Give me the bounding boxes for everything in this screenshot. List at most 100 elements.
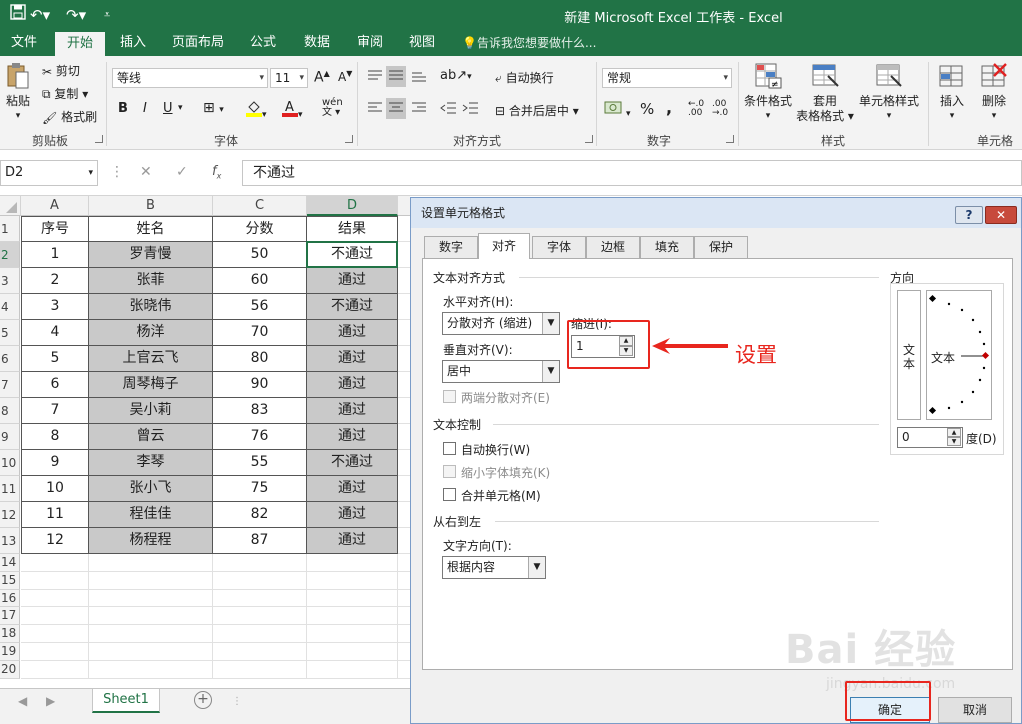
cell-name[interactable]: 上官云飞 <box>89 346 213 372</box>
empty-cell[interactable] <box>213 589 307 608</box>
empty-cell[interactable] <box>398 424 410 450</box>
empty-cell[interactable] <box>21 660 89 679</box>
empty-cell[interactable] <box>398 528 410 554</box>
scroll-left-icon[interactable]: ◀ <box>18 694 27 708</box>
empty-cell[interactable] <box>21 643 89 661</box>
align-left-icon[interactable] <box>366 100 384 119</box>
cell-result[interactable]: 通过 <box>307 346 398 372</box>
cell-name[interactable]: 罗青慢 <box>89 242 213 268</box>
phonetic-icon[interactable]: wén 文 ▾ <box>322 98 343 118</box>
number-format-combo[interactable]: 常规 ▾ <box>602 68 732 88</box>
empty-cell[interactable] <box>89 571 213 590</box>
cell-result[interactable]: 通过 <box>307 424 398 450</box>
horizontal-align-select[interactable]: 分散对齐 (缩进) ▼ <box>442 312 560 335</box>
empty-cell[interactable] <box>21 554 89 572</box>
underline-button[interactable]: U <box>163 101 173 116</box>
font-color-icon[interactable]: A ▾ <box>282 99 303 120</box>
add-sheet-icon[interactable]: + <box>194 691 212 709</box>
empty-cell[interactable] <box>213 607 307 626</box>
tab-insert[interactable]: 插入 <box>110 30 156 56</box>
cell-seq[interactable]: 3 <box>21 294 89 320</box>
orientation-dial[interactable]: 文本 <box>926 290 992 420</box>
row-header-1[interactable]: 1 <box>0 216 20 242</box>
row-header-14[interactable]: 14 <box>0 554 20 572</box>
text-direction-select[interactable]: 根据内容 ▼ <box>442 556 546 579</box>
row-header-7[interactable]: 7 <box>0 372 20 398</box>
column-header-a[interactable]: A <box>21 196 89 216</box>
border-icon[interactable]: ⊞ ▾ <box>203 100 224 116</box>
empty-cell[interactable] <box>213 625 307 643</box>
empty-cell[interactable] <box>398 476 410 502</box>
row-header-20[interactable]: 20 <box>0 660 20 679</box>
cell-result[interactable]: 不通过 <box>307 242 398 268</box>
empty-cell[interactable] <box>398 372 410 398</box>
cell-name[interactable]: 张小飞 <box>89 476 213 502</box>
font-size-combo[interactable]: 11 ▾ <box>270 68 308 88</box>
font-launcher-icon[interactable] <box>345 135 353 143</box>
tell-me-box[interactable]: 💡告诉我您想要做什么... <box>462 30 596 56</box>
comma-button[interactable]: , <box>666 98 672 117</box>
align-right-icon[interactable] <box>410 100 428 119</box>
cell-score[interactable]: 60 <box>213 268 307 294</box>
bold-button[interactable]: B <box>118 101 128 116</box>
empty-cell[interactable] <box>398 502 410 528</box>
help-button[interactable]: ? <box>955 206 983 224</box>
increase-indent-icon[interactable] <box>462 100 480 119</box>
empty-cell[interactable] <box>307 571 398 590</box>
empty-cell[interactable] <box>21 589 89 608</box>
row-header-16[interactable]: 16 <box>0 589 20 608</box>
number-launcher-icon[interactable] <box>726 135 734 143</box>
row-header-2[interactable]: 2 <box>0 242 20 268</box>
empty-cell[interactable] <box>21 571 89 590</box>
empty-cell[interactable] <box>307 625 398 643</box>
empty-cell[interactable] <box>89 625 213 643</box>
empty-cell[interactable] <box>21 607 89 626</box>
cell-seq[interactable]: 9 <box>21 450 89 476</box>
italic-button[interactable]: I <box>143 101 147 116</box>
align-middle-icon[interactable] <box>386 66 406 87</box>
cell-score[interactable]: 87 <box>213 528 307 554</box>
row-header-8[interactable]: 8 <box>0 398 20 424</box>
tab-protection[interactable]: 保护 <box>694 236 748 258</box>
cell-name[interactable]: 周琴梅子 <box>89 372 213 398</box>
tab-border[interactable]: 边框 <box>586 236 640 258</box>
shrink-to-fit-checkbox[interactable] <box>443 465 456 478</box>
row-header-9[interactable]: 9 <box>0 424 20 450</box>
cell-result[interactable]: 不通过 <box>307 450 398 476</box>
empty-cell[interactable] <box>398 268 410 294</box>
empty-cell[interactable] <box>398 625 410 643</box>
cell-seq[interactable]: 8 <box>21 424 89 450</box>
paste-dropdown-icon[interactable]: ▾ <box>4 109 32 124</box>
insert-function-icon[interactable]: fx <box>212 164 221 181</box>
percent-button[interactable]: % <box>640 100 654 118</box>
empty-cell[interactable] <box>307 660 398 679</box>
cell-name[interactable]: 张菲 <box>89 268 213 294</box>
tab-view[interactable]: 视图 <box>399 30 445 56</box>
header-cell-seq[interactable]: 序号 <box>21 216 89 242</box>
tab-number[interactable]: 数字 <box>424 236 478 258</box>
tab-file[interactable]: 文件 <box>0 30 48 56</box>
row-header-19[interactable]: 19 <box>0 643 20 661</box>
cell-seq[interactable]: 10 <box>21 476 89 502</box>
wrap-text-checkbox[interactable] <box>443 442 456 455</box>
cell-seq[interactable]: 5 <box>21 346 89 372</box>
align-bottom-icon[interactable] <box>410 68 428 87</box>
empty-cell[interactable] <box>213 571 307 590</box>
header-cell-result[interactable]: 结果 <box>307 216 398 242</box>
cell-score[interactable]: 90 <box>213 372 307 398</box>
row-header-17[interactable]: 17 <box>0 607 20 626</box>
cut-button[interactable]: ✂ 剪切 <box>42 62 80 79</box>
cancel-entry-icon[interactable]: ✕ <box>140 164 152 180</box>
empty-cell[interactable] <box>21 625 89 643</box>
scroll-right-icon[interactable]: ▶ <box>46 694 55 708</box>
align-center-icon[interactable] <box>386 98 406 119</box>
row-header-11[interactable]: 11 <box>0 476 20 502</box>
header-cell-name[interactable]: 姓名 <box>89 216 213 242</box>
tab-fill[interactable]: 填充 <box>640 236 694 258</box>
empty-cell[interactable] <box>398 242 410 268</box>
cell-name[interactable]: 程佳佳 <box>89 502 213 528</box>
row-header-18[interactable]: 18 <box>0 625 20 643</box>
decrease-indent-icon[interactable] <box>440 100 458 119</box>
format-painter-button[interactable]: 🖌 格式刷 <box>42 108 97 125</box>
empty-cell[interactable] <box>307 589 398 608</box>
